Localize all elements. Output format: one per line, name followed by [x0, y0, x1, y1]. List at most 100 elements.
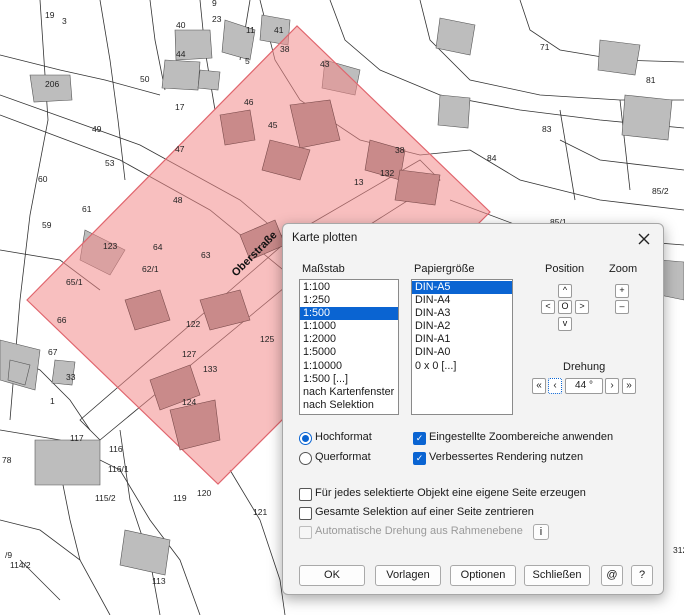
- parcel-number: 65/1: [66, 277, 83, 287]
- parcel-number: 17: [175, 102, 185, 112]
- ok-button[interactable]: OK: [299, 565, 365, 586]
- paper-option[interactable]: DIN-A1: [412, 333, 512, 346]
- parcel-number: 43: [320, 59, 330, 69]
- scale-list[interactable]: 1:100 1:250 1:500 1:1000 1:2000 1:5000 1:10000…: [299, 279, 399, 415]
- parcel-number: 62/1: [142, 264, 159, 274]
- parcel-number: 206: [45, 79, 59, 89]
- parcel-number: 48: [173, 195, 183, 205]
- parcel-number: 23: [212, 14, 222, 24]
- paper-option[interactable]: DIN-A4: [412, 294, 512, 307]
- parcel-number: 61: [82, 204, 92, 214]
- scale-option[interactable]: 1:500 [...]: [300, 373, 398, 386]
- parcel-number: 125: [260, 334, 274, 344]
- scale-option[interactable]: 1:10000: [300, 360, 398, 373]
- parcel-number: 117: [70, 433, 84, 443]
- paper-option[interactable]: DIN-A5: [412, 281, 512, 295]
- position-right-button[interactable]: >: [575, 300, 589, 314]
- vorlagen-button[interactable]: Vorlagen: [375, 565, 441, 586]
- at-button[interactable]: @: [601, 565, 623, 586]
- eigene-seite-checkbox[interactable]: [299, 488, 312, 501]
- drehung-label: Drehung: [563, 361, 606, 373]
- zoombereiche-checkbox[interactable]: ✓: [413, 432, 426, 445]
- rotate-last-button[interactable]: »: [622, 378, 636, 394]
- auto-drehung-label: Automatische Drehung aus Rahmenebene: [315, 525, 523, 537]
- close-icon: [638, 233, 650, 245]
- rotate-next-button[interactable]: ›: [605, 378, 619, 394]
- parcel-number: 38: [280, 44, 290, 54]
- scale-option[interactable]: 1:100: [300, 281, 398, 294]
- zentrieren-checkbox[interactable]: [299, 507, 312, 520]
- position-up-button[interactable]: ^: [558, 284, 572, 298]
- scale-option[interactable]: 1:500: [300, 307, 398, 321]
- rotate-prev-button[interactable]: ‹: [548, 378, 562, 394]
- parcel-number: 116/1: [108, 464, 129, 474]
- scale-option[interactable]: 1:2000: [300, 333, 398, 346]
- info-button[interactable]: i: [533, 524, 549, 540]
- parcel-number: 121: [253, 507, 267, 517]
- massstab-label: Maßstab: [302, 263, 345, 275]
- karte-plotten-dialog: Karte plotten Maßstab 1:100 1:250 1:500 1:1…: [282, 223, 664, 595]
- position-left-button[interactable]: <: [541, 300, 555, 314]
- paper-option[interactable]: DIN-A2: [412, 320, 512, 333]
- rotation-input[interactable]: 44 °: [565, 378, 603, 394]
- hochformat-label: Hochformat: [315, 431, 372, 443]
- parcel-number: 124: [182, 397, 196, 407]
- parcel-number: 60: [38, 174, 48, 184]
- parcel-number: 11: [246, 25, 255, 35]
- close-button[interactable]: [633, 228, 655, 250]
- parcel-number: 133: [203, 364, 217, 374]
- parcel-number: 47: [175, 144, 185, 154]
- parcel-number: 78: [2, 455, 12, 465]
- parcel-number: 67: [48, 347, 58, 357]
- paper-option[interactable]: DIN-A3: [412, 307, 512, 320]
- dialog-title: Karte plotten: [292, 232, 358, 244]
- position-down-button[interactable]: v: [558, 317, 572, 331]
- scale-option[interactable]: 1:250: [300, 294, 398, 307]
- position-center-button[interactable]: O: [558, 300, 572, 314]
- parcel-number: 71: [540, 42, 550, 52]
- parcel-number: 115/2: [95, 493, 116, 503]
- parcel-number: 1: [50, 396, 55, 406]
- parcel-number: 19: [45, 10, 55, 20]
- parcel-number: 113: [152, 576, 166, 586]
- hochformat-radio[interactable]: [299, 432, 312, 445]
- parcel-number: 122: [186, 319, 200, 329]
- scale-option[interactable]: 1:5000: [300, 346, 398, 359]
- parcel-number: 5: [245, 56, 250, 66]
- zoom-out-button[interactable]: –: [615, 300, 629, 314]
- zoom-in-button[interactable]: +: [615, 284, 629, 298]
- eigene-seite-label: Für jedes selektierte Objekt eine eigene…: [315, 487, 586, 499]
- rendering-checkbox[interactable]: ✓: [413, 452, 426, 465]
- parcel-number: 13: [354, 177, 364, 187]
- scale-option[interactable]: nach Kartenfenster: [300, 386, 398, 399]
- auto-drehung-checkbox: [299, 526, 312, 539]
- parcel-number: 3: [62, 16, 67, 26]
- parcel-number: 83: [542, 124, 552, 134]
- parcel-number: 64: [153, 242, 163, 252]
- paper-option[interactable]: DIN-A0: [412, 346, 512, 359]
- parcel-number: 123: [103, 241, 117, 251]
- scale-option[interactable]: nach Selektion: [300, 399, 398, 412]
- help-button[interactable]: ?: [631, 565, 653, 586]
- parcel-number: 40: [176, 20, 186, 30]
- parcel-number: 9: [212, 0, 217, 8]
- parcel-number: 53: [105, 158, 115, 168]
- zentrieren-label: Gesamte Selektion auf einer Seite zentri…: [315, 506, 534, 518]
- paper-option[interactable]: 0 x 0 [...]: [412, 360, 512, 373]
- parcel-number: 66: [57, 315, 67, 325]
- paper-list[interactable]: DIN-A5 DIN-A4 DIN-A3 DIN-A2 DIN-A1 DIN-A0 0 x …: [411, 279, 513, 415]
- parcel-number: /9: [5, 550, 12, 560]
- querformat-radio[interactable]: [299, 452, 312, 465]
- scale-option[interactable]: 1:1000: [300, 320, 398, 333]
- parcel-number: 84: [487, 153, 497, 163]
- parcel-number: 114/2: [10, 560, 31, 570]
- rotate-first-button[interactable]: «: [532, 378, 546, 394]
- zoombereiche-label: Eingestellte Zoombereiche anwenden: [429, 431, 614, 443]
- parcel-number: 63: [201, 250, 211, 260]
- parcel-number: 312: [673, 545, 684, 555]
- parcel-number: 120: [197, 488, 211, 498]
- parcel-number: 132: [380, 168, 394, 178]
- schliessen-button[interactable]: Schließen: [524, 565, 590, 586]
- zoom-label: Zoom: [609, 263, 638, 275]
- optionen-button[interactable]: Optionen: [450, 565, 516, 586]
